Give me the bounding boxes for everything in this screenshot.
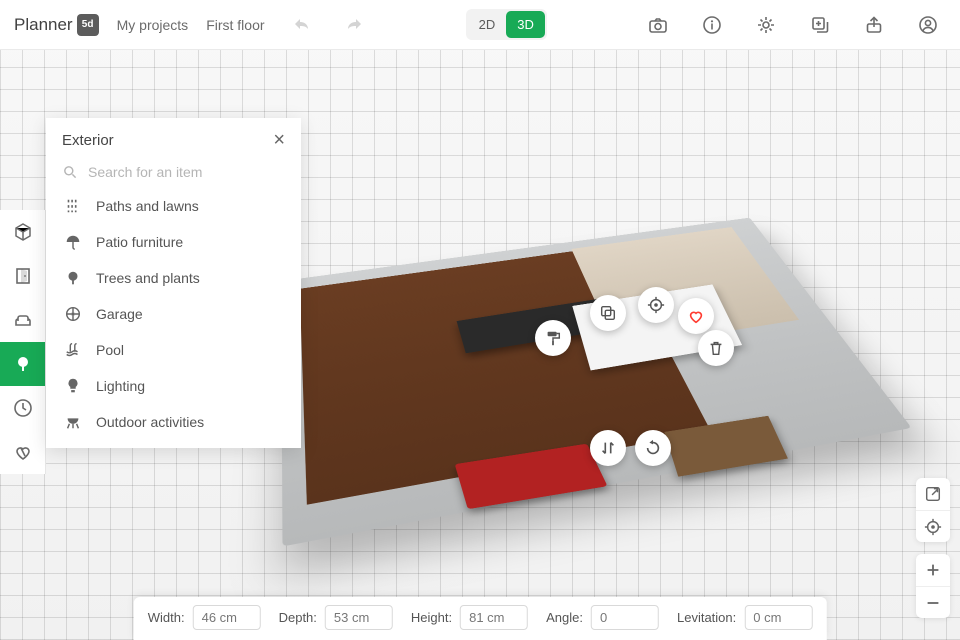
navigation-rail (916, 478, 950, 542)
view-2d[interactable]: 2D (468, 11, 507, 38)
recenter-button[interactable] (916, 510, 950, 542)
furniture-tool[interactable] (0, 298, 45, 342)
angle-label: Angle: (546, 610, 583, 625)
catalog-item-wheel[interactable]: Garage (46, 296, 301, 332)
angle-input[interactable] (591, 605, 659, 630)
catalog-item-umbrella[interactable]: Patio furniture (46, 224, 301, 260)
door-tool[interactable] (0, 254, 45, 298)
3d-cube-tool[interactable] (0, 210, 45, 254)
catalog-item-label: Patio furniture (96, 234, 183, 250)
history-tool[interactable] (0, 386, 45, 430)
zoom-in-button[interactable] (916, 554, 950, 586)
catalog-item-label: Outdoor activities (96, 414, 204, 430)
duplicate-project-button[interactable] (802, 7, 838, 43)
umbrella-icon (64, 233, 82, 251)
catalog-list: Paths and lawns Patio furniture Trees and … (46, 188, 301, 440)
view-3d[interactable]: 3D (506, 11, 545, 38)
floor-selector[interactable]: First floor (206, 17, 264, 33)
pool-icon (64, 341, 82, 359)
catalog-item-pool[interactable]: Pool (46, 332, 301, 368)
catalog-title: Exterior (62, 132, 114, 149)
sofa-icon (13, 310, 33, 330)
catalog-item-paths[interactable]: Paths and lawns (46, 188, 301, 224)
cube-icon (13, 222, 33, 242)
wheel-icon (64, 305, 82, 323)
help-button[interactable] (694, 7, 730, 43)
search-icon (62, 164, 78, 180)
delete-button[interactable] (698, 330, 734, 366)
levitation-input[interactable] (744, 605, 812, 630)
view-mode-switch: 2D 3D (466, 9, 547, 40)
logo-text: Planner (14, 15, 73, 35)
paint-button[interactable] (535, 320, 571, 356)
catalog-close-button[interactable]: × (273, 130, 285, 150)
search-placeholder: Search for an item (88, 164, 202, 180)
copy-button[interactable] (590, 295, 626, 331)
exterior-tool[interactable] (0, 342, 45, 386)
favorite-button[interactable] (678, 298, 714, 334)
topbar: Planner 5d My projects First floor 2D 3D (0, 0, 960, 50)
zoom-out-button[interactable] (916, 586, 950, 618)
open-external-button[interactable] (916, 478, 950, 510)
levitation-label: Levitation: (677, 610, 736, 625)
catalog-item-label: Lighting (96, 378, 145, 394)
logo-badge: 5d (77, 14, 99, 36)
width-label: Width: (148, 610, 185, 625)
dimensions-bar: Width: Depth: Height: Angle: Levitation: (134, 597, 827, 640)
catalog-item-label: Paths and lawns (96, 198, 199, 214)
paths-icon (64, 197, 82, 215)
favorite-tool[interactable] (0, 430, 45, 474)
tree-icon (64, 269, 82, 287)
flip-button[interactable] (590, 430, 626, 466)
tool-rail (0, 210, 46, 474)
catalog-item-label: Garage (96, 306, 143, 322)
tree-icon (13, 354, 33, 374)
catalog-item-label: Pool (96, 342, 124, 358)
height-input[interactable] (460, 605, 528, 630)
catalog-search-input[interactable]: Search for an item (46, 158, 301, 188)
bulb-icon (64, 377, 82, 395)
catalog-panel: Exterior × Search for an item Paths and … (46, 118, 301, 448)
undo-button[interactable] (283, 7, 319, 43)
target-button[interactable] (638, 287, 674, 323)
my-projects-link[interactable]: My projects (117, 17, 189, 33)
rotate-button[interactable] (635, 430, 671, 466)
clock-icon (13, 398, 33, 418)
zoom-rail (916, 554, 950, 618)
catalog-item-grill[interactable]: Outdoor activities (46, 404, 301, 440)
app-logo[interactable]: Planner 5d (14, 14, 99, 36)
catalog-item-bulb[interactable]: Lighting (46, 368, 301, 404)
export-button[interactable] (856, 7, 892, 43)
height-label: Height: (411, 610, 452, 625)
depth-label: Depth: (279, 610, 317, 625)
settings-button[interactable] (748, 7, 784, 43)
redo-button[interactable] (337, 7, 373, 43)
width-input[interactable] (193, 605, 261, 630)
door-icon (13, 266, 33, 286)
heart-broken-icon (13, 442, 33, 462)
catalog-item-label: Trees and plants (96, 270, 200, 286)
account-button[interactable] (910, 7, 946, 43)
depth-input[interactable] (325, 605, 393, 630)
catalog-item-tree[interactable]: Trees and plants (46, 260, 301, 296)
snapshot-button[interactable] (640, 7, 676, 43)
grill-icon (64, 413, 82, 431)
